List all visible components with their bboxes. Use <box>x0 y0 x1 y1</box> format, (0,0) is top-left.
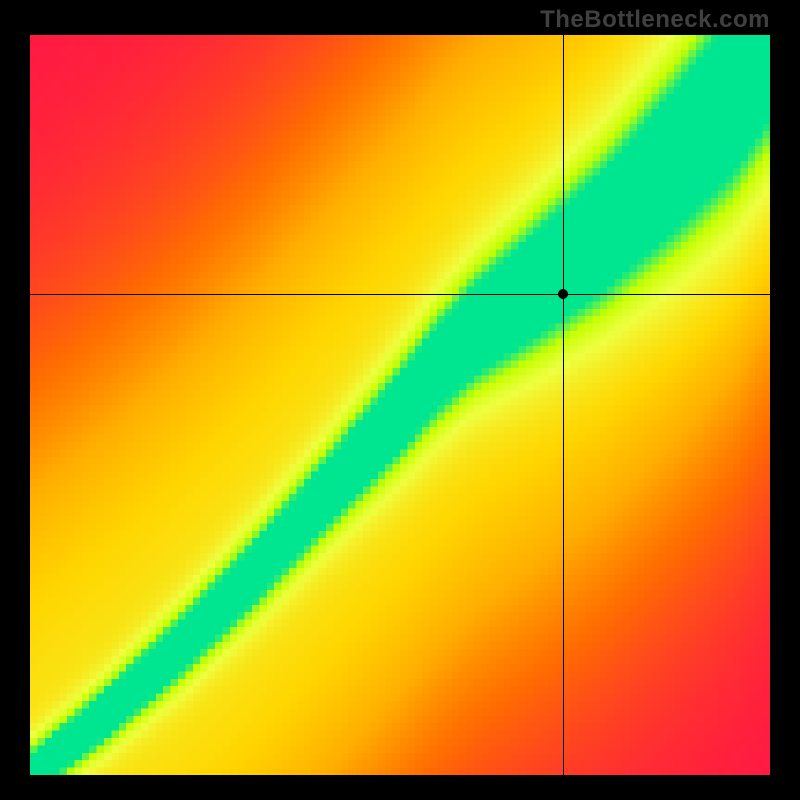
crosshair-vertical <box>563 35 564 775</box>
heatmap-plot <box>30 35 770 775</box>
heatmap-canvas <box>30 35 770 775</box>
crosshair-horizontal <box>30 294 770 295</box>
watermark-text: TheBottleneck.com <box>540 6 770 34</box>
chart-frame: TheBottleneck.com <box>0 0 800 800</box>
data-point-marker <box>558 289 568 299</box>
